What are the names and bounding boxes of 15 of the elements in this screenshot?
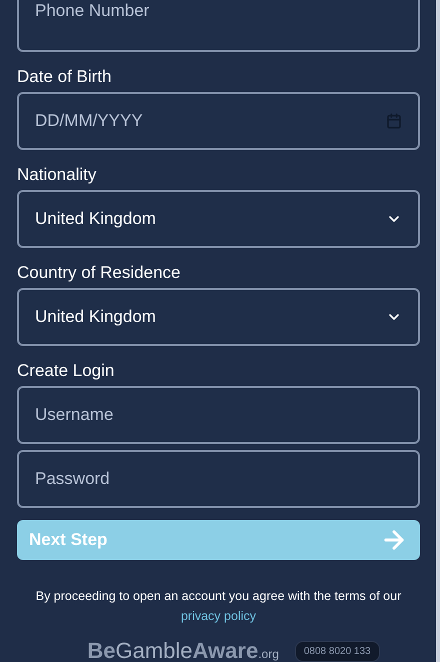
helpline-badge: 0808 8020 133 (294, 640, 380, 662)
terms-text: By proceeding to open an account you agree with the terms of our privacy policy (36, 588, 402, 625)
field-label: Country of Residence (17, 262, 182, 284)
country-select[interactable]: United Kingdom (17, 288, 420, 346)
input-field[interactable]: Phone Number (17, 0, 420, 52)
begambleaware-logo: BeGambleAware.org (87, 640, 279, 662)
field-label: Nationality (17, 164, 98, 186)
input-field[interactable]: Username (17, 386, 420, 444)
date-field[interactable]: DD/MM/YYYY (17, 92, 420, 150)
password-field[interactable]: Password (17, 450, 420, 508)
field-label: Date of Birth (17, 66, 112, 88)
country-select[interactable]: United Kingdom (17, 190, 420, 248)
privacy-policy-link[interactable]: privacy policy (180, 609, 256, 623)
calendar-icon[interactable] (386, 113, 402, 129)
field-label: Create Login (17, 360, 116, 382)
